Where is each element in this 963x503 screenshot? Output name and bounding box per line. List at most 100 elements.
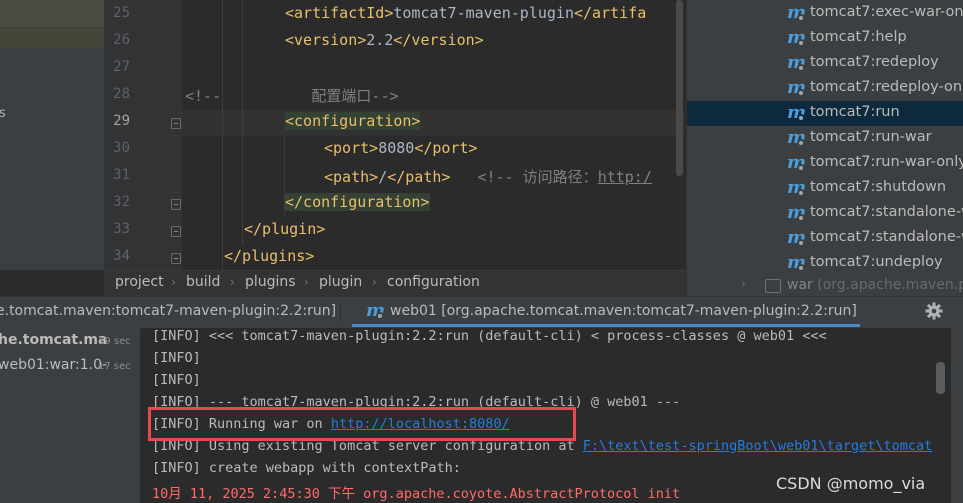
code-editor[interactable]: 25 26 27 28 29 30 31 32 33 34 <artifactI…	[104, 0, 684, 270]
maven-goal-label: tomcat7:standalone-w	[810, 229, 963, 245]
console-line: [INFO] create webapp with contextPath:	[152, 460, 461, 476]
chevron-right-icon: ›	[230, 275, 235, 289]
code-line-artifactId: <artifactId>tomcat7-maven-plugin</artifa	[285, 4, 646, 22]
breadcrumb-item[interactable]: project	[115, 274, 164, 290]
console-path-link[interactable]: F:\text\test-springBoot\web01\target\tom…	[583, 438, 933, 454]
highlight-annotation-box	[148, 407, 576, 441]
xml-tag: </path>	[387, 168, 451, 186]
run-tree-item[interactable]: web01:war:1.0- 17 sec	[0, 353, 140, 377]
line-number: 27	[113, 59, 130, 75]
maven-goal-icon: m	[787, 202, 807, 223]
breadcrumb-item[interactable]: configuration	[387, 274, 480, 290]
maven-goal-label: tomcat7:undeploy	[810, 254, 943, 270]
maven-goal-item[interactable]: m tomcat7:shutdown	[687, 176, 963, 201]
maven-goal-item[interactable]: m tomcat7:run-war-only	[687, 151, 963, 176]
console-scrollbar[interactable]	[936, 362, 945, 394]
maven-war-item[interactable]: › war (org.apache.maven.pl	[687, 276, 963, 296]
line-number: 28	[113, 86, 130, 102]
chevron-right-icon: ›	[171, 275, 176, 289]
line-number: 29	[113, 113, 130, 129]
project-tree-row[interactable]	[0, 28, 104, 48]
code-line-path: <path>/</path> <!-- 访问路径：http:/	[324, 166, 652, 187]
xml-tag: <version>	[285, 31, 367, 49]
module-icon	[765, 279, 781, 293]
fold-icon[interactable]	[171, 253, 181, 264]
war-label: war	[787, 277, 813, 293]
maven-goal-label: tomcat7:run	[810, 104, 900, 120]
xml-value: tomcat7-maven-plugin	[393, 4, 574, 22]
maven-goal-icon: m	[787, 177, 807, 198]
line-number: 26	[113, 32, 130, 48]
fold-icon[interactable]	[171, 226, 181, 237]
breadcrumb: project › build › plugins › plugin › con…	[104, 270, 686, 297]
maven-goal-icon: m	[787, 102, 807, 123]
maven-goal-icon: m	[787, 227, 807, 248]
code-line-configuration-close: </configuration>	[285, 193, 430, 211]
run-tree: he.tomcat.ma 19 sec web01:war:1.0- 17 se…	[0, 328, 140, 503]
maven-goal-item[interactable]: m tomcat7:undeploy	[687, 251, 963, 276]
run-tab-previous[interactable]: e.tomcat.maven:tomcat7-maven-plugin:2.2:…	[0, 303, 336, 319]
line-number: 25	[113, 5, 130, 21]
maven-goal-icon: m	[787, 152, 807, 173]
watermark-text: CSDN @momo_via	[776, 474, 926, 493]
active-tab-underline	[352, 324, 860, 327]
gear-icon[interactable]	[924, 301, 944, 321]
war-suffix: (org.apache.maven.pl	[817, 277, 963, 293]
console-line-stderr: 10月 11, 2025 2:45:30 下午 org.apache.coyot…	[152, 486, 681, 502]
maven-goal-item-selected[interactable]: m tomcat7:run	[687, 101, 963, 126]
xml-tag: <path>	[324, 168, 379, 186]
project-tree-row[interactable]	[0, 0, 104, 27]
chevron-right-icon: ›	[304, 275, 309, 289]
maven-goal-item[interactable]: m tomcat7:standalone-w	[687, 226, 963, 251]
indent-guide	[222, 0, 223, 270]
breadcrumb-item[interactable]: plugins	[245, 274, 296, 290]
fold-icon[interactable]	[171, 199, 181, 210]
maven-goal-label: tomcat7:standalone-w	[810, 204, 963, 220]
code-line-plugin-close: </plugin>	[244, 220, 325, 238]
maven-goal-label: tomcat7:help	[810, 29, 907, 45]
maven-goal-item[interactable]: m tomcat7:help	[687, 26, 963, 51]
maven-goal-icon: m	[787, 252, 807, 273]
run-tree-label: web01:war:1.0-	[0, 357, 108, 373]
run-tree-time: 19 sec	[98, 336, 131, 347]
xml-tag: <configuration>	[285, 112, 421, 130]
breadcrumb-item[interactable]: build	[186, 274, 220, 290]
line-number: 33	[113, 221, 130, 237]
comment-link[interactable]: http:/	[598, 168, 652, 186]
project-panel: s	[0, 0, 104, 270]
maven-goal-icon: m	[787, 27, 807, 48]
maven-goal-item[interactable]: m tomcat7:redeploy-only	[687, 76, 963, 101]
xml-tag: </artifa	[574, 4, 647, 22]
project-tree-fragment[interactable]: s	[0, 106, 6, 121]
run-tree-time: 17 sec	[98, 361, 131, 372]
xml-tag: </plugins>	[224, 247, 315, 265]
run-tree-item[interactable]: he.tomcat.ma 19 sec	[0, 328, 140, 352]
maven-goal-item[interactable]: m tomcat7:redeploy	[687, 51, 963, 76]
tab-divider	[340, 303, 341, 321]
fold-icon[interactable]	[171, 118, 181, 129]
maven-goal-icon: m	[787, 52, 807, 73]
console-line: [INFO] <<< tomcat7-maven-plugin:2.2:run …	[152, 328, 827, 344]
chevron-right-icon[interactable]: ›	[741, 277, 746, 291]
xml-tag: </port>	[414, 139, 478, 157]
xml-value: 8080	[378, 139, 415, 157]
breadcrumb-item[interactable]: plugin	[319, 274, 362, 290]
maven-goal-item[interactable]: m tomcat7:standalone-w	[687, 201, 963, 226]
xml-tag: <artifactId>	[285, 4, 394, 22]
line-number: 31	[113, 167, 130, 183]
maven-goal-item[interactable]: m tomcat7:run-war	[687, 126, 963, 151]
chevron-right-icon: ›	[372, 275, 377, 289]
maven-goal-label: tomcat7:exec-war-only	[810, 4, 963, 20]
code-line-configuration-open: <configuration>	[285, 112, 421, 130]
maven-run-icon: m	[366, 300, 386, 321]
editor-scrollbar[interactable]	[676, 0, 683, 176]
run-tab-active[interactable]: web01 [org.apache.tomcat.maven:tomcat7-m…	[390, 303, 857, 319]
maven-panel: m tomcat7:exec-war-only m tomcat7:help m to…	[686, 0, 963, 296]
xml-tag: <port>	[324, 139, 379, 157]
maven-goal-item[interactable]: m tomcat7:exec-war-only	[687, 1, 963, 26]
maven-war-label: war (org.apache.maven.pl	[787, 277, 963, 293]
maven-goal-label: tomcat7:run-war	[810, 129, 932, 145]
maven-goal-label: tomcat7:redeploy	[810, 54, 939, 70]
line-number: 30	[113, 140, 130, 156]
maven-goal-icon: m	[787, 127, 807, 148]
